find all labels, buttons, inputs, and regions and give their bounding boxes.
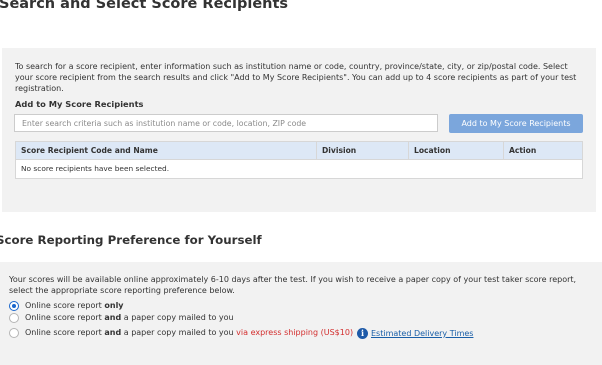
info-icon: i <box>357 328 368 339</box>
option-online-and-paper-prefix: Online score report <box>25 313 102 322</box>
option-online-and-paper[interactable]: Online score report and a paper copy mai… <box>9 312 234 323</box>
option-online-and-paper-suffix: a paper copy mailed to you <box>123 313 234 322</box>
table-header-row: Score Recipient Code and Name Division L… <box>16 142 582 160</box>
option-online-and-paper-bold: and <box>104 313 122 322</box>
option-online-only[interactable]: Online score report only <box>9 300 124 311</box>
option-online-and-express[interactable]: Online score report and a paper copy mai… <box>9 327 353 338</box>
estimated-delivery-times-link[interactable]: Estimated Delivery Times <box>371 329 473 338</box>
recipient-search-input[interactable] <box>14 114 438 132</box>
column-header-division: Division <box>317 142 409 159</box>
recipients-table: Score Recipient Code and Name Division L… <box>15 141 583 179</box>
column-header-location: Location <box>409 142 504 159</box>
empty-table-message: No score recipients have been selected. <box>21 164 170 173</box>
preference-instructions: Your scores will be available online app… <box>9 275 577 295</box>
express-shipping-note: via express shipping (US$10) <box>236 328 354 337</box>
recipients-instructions: To search for a score recipient, enter i… <box>15 62 577 93</box>
option-online-only-bold: only <box>104 301 124 310</box>
radio-online-and-paper[interactable] <box>9 312 19 323</box>
option-online-only-prefix: Online score report <box>25 301 102 310</box>
preference-heading: Score Reporting Preference for Yourself <box>0 233 262 247</box>
add-to-recipients-button[interactable]: Add to My Score Recipients <box>449 114 583 133</box>
add-recipients-label: Add to My Score Recipients <box>15 99 144 109</box>
column-header-recipient: Score Recipient Code and Name <box>16 142 317 159</box>
page-title: Search and Select Score Recipients <box>0 0 289 12</box>
radio-online-and-express[interactable] <box>9 327 19 338</box>
option-express-bold: and <box>104 328 122 337</box>
radio-online-only[interactable] <box>9 300 19 311</box>
option-express-prefix: Online score report <box>25 328 102 337</box>
option-express-suffix: a paper copy mailed to you <box>123 328 234 337</box>
column-header-action: Action <box>509 146 537 155</box>
score-recipients-panel: To search for a score recipient, enter i… <box>2 48 596 212</box>
